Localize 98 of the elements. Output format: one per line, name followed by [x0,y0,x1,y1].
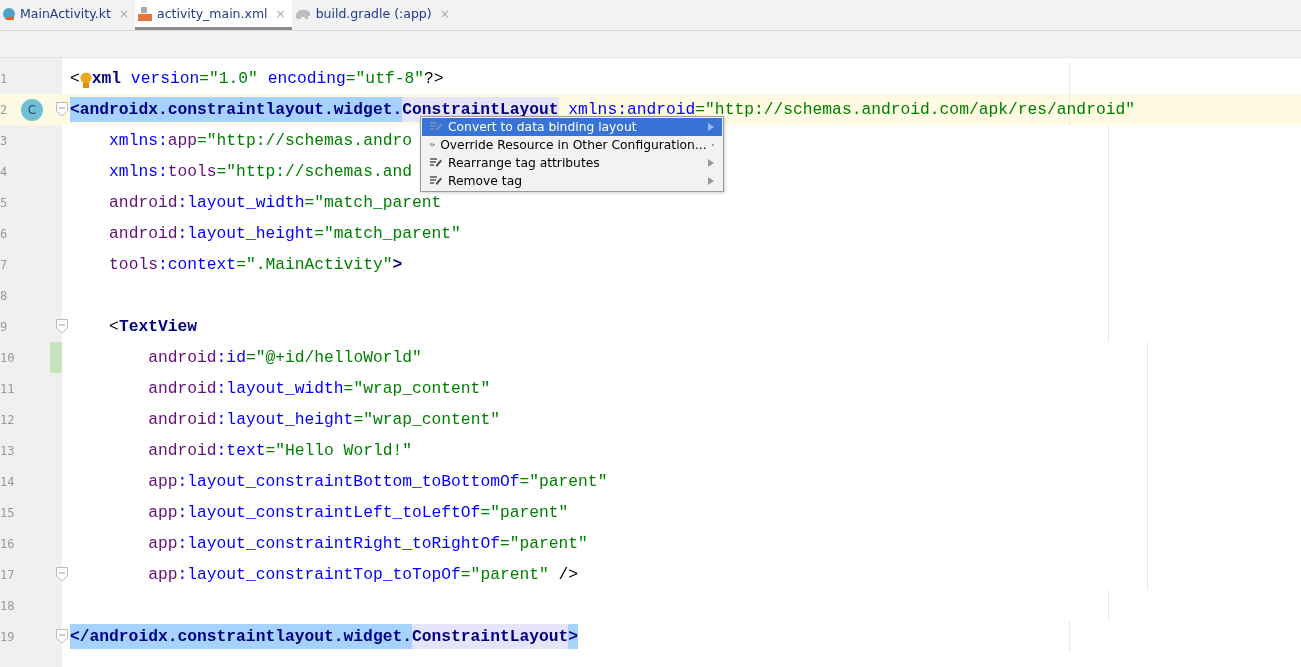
menu-item[interactable]: Remove tag [422,172,722,190]
menu-item[interactable]: Override Resource in Other Configuration... [422,136,722,154]
code-text: ="http://schemas.andro [197,130,412,152]
code-text: :layout_constraintTop_toTopOf [177,564,461,586]
line-number: 4 [0,164,8,179]
code-text: :layout_width [216,378,344,400]
code-text: ="Hello World!" [265,440,412,462]
code-text: app [148,471,178,493]
code-text: ="utf-8" [345,68,424,90]
code-text: xmlns: [109,130,168,152]
code-text: ?> [424,68,444,90]
code-text: :id [216,347,246,369]
edit-icon [430,158,443,168]
edit-icon [430,122,443,132]
code-text: android [148,440,217,462]
line-number: 5 [0,195,8,210]
code-text: xmlns: [109,161,168,183]
code-text: android [148,347,217,369]
submenu-arrow-icon [708,159,714,167]
code-text: app [148,533,178,555]
line-number: 16 [0,536,15,551]
code-text: < [109,316,119,338]
code-text: ="parent" [460,564,549,586]
code-text: :context [157,254,237,276]
code-text: app [167,130,198,152]
submenu-arrow-icon [708,123,714,131]
code-text: ="http://schemas.and [216,161,412,183]
code-text: ="parent" [519,471,608,493]
code-text: /> [557,564,579,586]
code-text: xmlns:android [567,99,696,121]
code-text: <androidx.constraintlayout.widget. [70,97,403,122]
code-text: :text [216,440,266,462]
code-text: xml [91,68,122,90]
line-number: 13 [0,443,15,458]
code-text: tools [109,254,158,276]
line-number: 14 [0,474,15,489]
fold-icon[interactable] [56,102,68,117]
line-number: 8 [0,288,8,303]
code-text: ="wrap_content" [353,409,500,431]
edit-icon [430,176,443,186]
class-icon [2,6,16,21]
fold-icon[interactable] [56,567,68,582]
code-text: android [148,409,217,431]
code-text: > [568,624,579,649]
line-number: 3 [0,133,8,148]
elephant-icon [293,7,312,20]
class-marker[interactable]: C [21,98,43,121]
code-text: android [109,223,178,245]
fold-icon[interactable] [56,319,68,334]
code-text: =".MainActivity" [236,254,393,276]
code-text: app [148,502,178,524]
line-number: 1 [0,71,8,86]
change-marker[interactable] [50,342,62,373]
code-text: tools [167,161,217,183]
code-text: :layout_constraintLeft_toLeftOf [177,502,481,524]
lightbulb-icon[interactable] [79,72,92,89]
menu-item[interactable]: Rearrange tag attributes [422,154,722,172]
line-number: 11 [0,381,15,396]
code-text: ="http://schemas.android.com/apk/res/android" [695,99,1135,121]
code-text: ="match_parent" [314,223,461,245]
line-number: 7 [0,257,8,272]
fold-icon[interactable] [56,629,68,644]
editor-tab[interactable]: activity_main.xml × [135,0,292,30]
code-text: app [148,564,178,586]
code-text: < [70,68,80,90]
code-text: :layout_width [177,192,305,214]
editor-tab[interactable]: build.gradle (:app) × [291,0,456,30]
code-text: TextView [118,316,198,338]
code-text: ="parent" [480,502,569,524]
code-text: </androidx.constraintlayout.widget. [70,624,412,649]
line-number: 2 [0,102,8,117]
layout-file-icon [137,6,153,21]
code-text: ="wrap_content" [343,378,491,400]
code-text: :layout_constraintBottom_toBottomOf [177,471,520,493]
line-number: 19 [0,629,15,644]
code-text: ConstraintLayout [411,624,569,649]
line-number: 6 [0,226,8,241]
line-number: 10 [0,350,15,365]
editor-tab[interactable]: MainActivity.kt × [0,0,135,30]
line-number: 9 [0,319,8,334]
code-text: > [392,254,403,276]
code-text: ="match_parent [304,192,442,214]
code-text: encoding [266,68,346,90]
code-text: :layout_constraintRight_toRightOf [177,533,500,555]
code-text: :layout_height [216,409,354,431]
code-text: version [129,68,200,90]
line-number: 15 [0,505,15,520]
code-text: ="@+id/helloWorld" [245,347,422,369]
submenu-arrow-icon [708,177,714,185]
code-text: ="1.0" [199,68,258,90]
code-text: android [148,378,217,400]
line-number: 18 [0,598,15,613]
code-text: :layout_height [177,223,315,245]
code-text: ="parent" [499,533,588,555]
line-number: 12 [0,412,15,427]
menu-item[interactable]: Convert to data binding layout [422,118,722,136]
line-number: 17 [0,567,15,582]
code-text: android [109,192,178,214]
